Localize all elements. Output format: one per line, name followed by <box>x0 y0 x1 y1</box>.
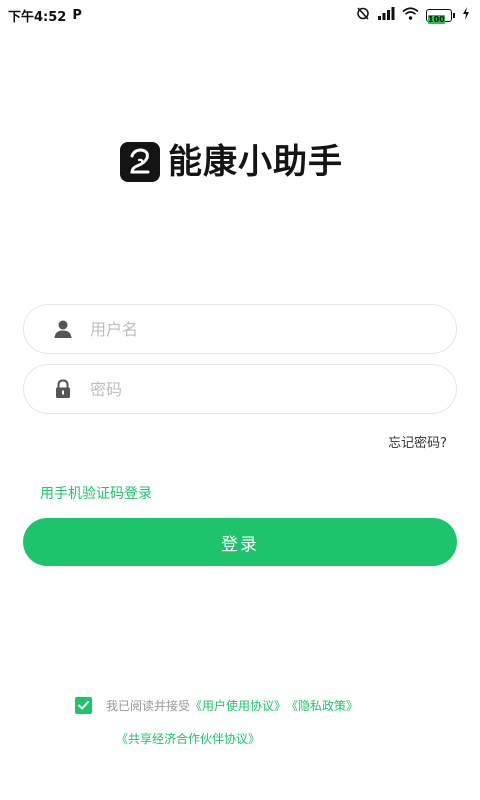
lock-icon <box>52 378 74 400</box>
wifi-icon <box>402 6 419 24</box>
password-input[interactable] <box>90 379 410 399</box>
charging-icon <box>462 6 470 24</box>
user-agreement-link[interactable]: 《用户使用协议》 <box>190 697 286 714</box>
status-time: 下午4:52 <box>8 9 67 25</box>
forgot-password-link[interactable]: 忘记密码? <box>388 432 447 451</box>
app-name: 能康小助手 <box>168 142 343 182</box>
status-bar: 下午4:52 P 100 <box>0 0 480 30</box>
user-icon <box>52 318 74 340</box>
logo-mark-icon <box>120 142 160 182</box>
username-field[interactable] <box>23 304 457 354</box>
agreement-row: 我已阅读并接受 《用户使用协议》 《隐私政策》 <box>75 697 358 714</box>
check-icon <box>78 701 89 710</box>
sharing-agreement-link[interactable]: 《共享经济合作伙伴协议》 <box>116 732 260 746</box>
battery-level: 100 <box>428 14 445 24</box>
status-left: 下午4:52 P <box>8 6 82 25</box>
status-right: 100 <box>356 6 470 24</box>
app-logo: 能康小助手 <box>120 142 343 182</box>
parking-notification-icon: P <box>72 7 82 23</box>
agreement-prefix: 我已阅读并接受 <box>106 699 191 713</box>
agreement-row-2: 《共享经济合作伙伴协议》 <box>116 730 260 747</box>
privacy-policy-link[interactable]: 《隐私政策》 <box>286 697 358 714</box>
agreement-checkbox[interactable] <box>75 697 92 714</box>
password-field[interactable] <box>23 364 457 414</box>
alarm-off-icon <box>356 6 370 24</box>
signal-icon <box>377 6 395 24</box>
battery-icon: 100 <box>426 8 455 24</box>
sms-login-link[interactable]: 用手机验证码登录 <box>40 483 152 503</box>
username-input[interactable] <box>90 319 410 339</box>
login-button[interactable]: 登录 <box>23 518 457 566</box>
